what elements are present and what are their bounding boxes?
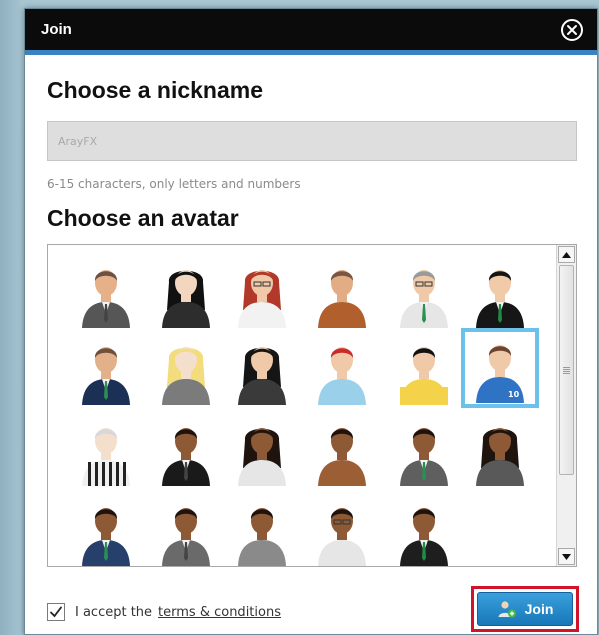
avatar-5[interactable]	[389, 255, 459, 331]
checkmark-icon	[50, 606, 62, 618]
nickname-hint: 6-15 characters, only letters and number…	[47, 177, 301, 191]
person-avatar-icon	[400, 347, 448, 405]
arrow-down-icon	[562, 553, 571, 560]
join-button[interactable]: Join	[477, 592, 573, 626]
avatar-heading: Choose an avatar	[47, 205, 239, 231]
avatar-22[interactable]	[307, 493, 377, 566]
avatar-16[interactable]	[307, 413, 377, 489]
avatar-15[interactable]	[227, 413, 297, 489]
avatar-3[interactable]	[227, 255, 297, 331]
close-icon[interactable]	[561, 18, 583, 41]
user-add-icon	[498, 601, 516, 618]
terms-link[interactable]: terms & conditions	[158, 605, 281, 620]
avatar-1[interactable]	[71, 255, 141, 331]
person-avatar-icon	[162, 270, 210, 328]
person-avatar-icon	[318, 347, 366, 405]
person-avatar-icon	[238, 428, 286, 486]
avatar-17[interactable]	[389, 413, 459, 489]
background-strip	[0, 0, 22, 635]
dialog-footer: I accept the terms & conditions Join	[47, 586, 579, 635]
person-avatar-icon	[318, 270, 366, 328]
person-avatar-icon	[162, 428, 210, 486]
avatar-8[interactable]	[151, 332, 221, 408]
avatar-14[interactable]	[151, 413, 221, 489]
person-avatar-icon	[238, 270, 286, 328]
person-avatar-icon	[400, 428, 448, 486]
person-avatar-icon	[318, 428, 366, 486]
join-button-highlight: Join	[471, 586, 579, 632]
avatar-9[interactable]	[227, 332, 297, 408]
person-avatar-icon	[162, 508, 210, 566]
arrow-up-icon	[562, 251, 571, 258]
avatar-19[interactable]	[71, 493, 141, 566]
person-avatar-icon: 10	[476, 345, 524, 403]
nickname-heading: Choose a nickname	[47, 77, 264, 103]
accept-checkbox[interactable]	[47, 603, 65, 621]
person-avatar-icon	[162, 347, 210, 405]
avatar-2[interactable]	[151, 255, 221, 331]
person-avatar-icon	[82, 270, 130, 328]
person-avatar-icon	[476, 270, 524, 328]
dialog-content: Choose a nickname 6-15 characters, only …	[25, 77, 597, 567]
avatar-20[interactable]	[151, 493, 221, 566]
person-avatar-icon	[238, 347, 286, 405]
avatar-18[interactable]	[465, 413, 535, 489]
person-avatar-icon	[82, 508, 130, 566]
svg-text:10: 10	[508, 390, 520, 399]
avatar-21[interactable]	[227, 493, 297, 566]
nickname-input[interactable]	[47, 121, 577, 161]
scroll-down-button[interactable]	[558, 548, 575, 565]
dialog-title: Join	[41, 21, 72, 38]
person-avatar-icon	[318, 508, 366, 566]
accept-terms: I accept the terms & conditions	[47, 603, 281, 621]
dialog-title-bar: Join	[25, 9, 597, 55]
avatar-grid: 10	[48, 245, 548, 566]
avatar-11[interactable]	[389, 332, 459, 408]
avatar-picker: 10	[47, 244, 577, 567]
person-avatar-icon	[82, 428, 130, 486]
person-avatar-icon	[238, 508, 286, 566]
avatar-12[interactable]: 10	[461, 328, 539, 408]
avatar-10[interactable]	[307, 332, 377, 408]
join-label: Join	[524, 601, 554, 617]
join-dialog: Join Choose a nickname 6-15 characters, …	[24, 8, 598, 635]
accept-label: I accept the	[75, 604, 153, 620]
avatar-scrollbar[interactable]	[556, 245, 576, 566]
avatar-7[interactable]	[71, 332, 141, 408]
person-avatar-icon	[476, 428, 524, 486]
scroll-thumb[interactable]	[559, 265, 574, 475]
grip-icon	[563, 366, 570, 374]
avatar-6[interactable]	[465, 255, 535, 331]
scroll-up-button[interactable]	[558, 246, 575, 263]
avatar-23[interactable]	[389, 493, 459, 566]
person-avatar-icon	[400, 270, 448, 328]
person-avatar-icon	[400, 508, 448, 566]
person-avatar-icon	[82, 347, 130, 405]
avatar-4[interactable]	[307, 255, 377, 331]
avatar-13[interactable]	[71, 413, 141, 489]
